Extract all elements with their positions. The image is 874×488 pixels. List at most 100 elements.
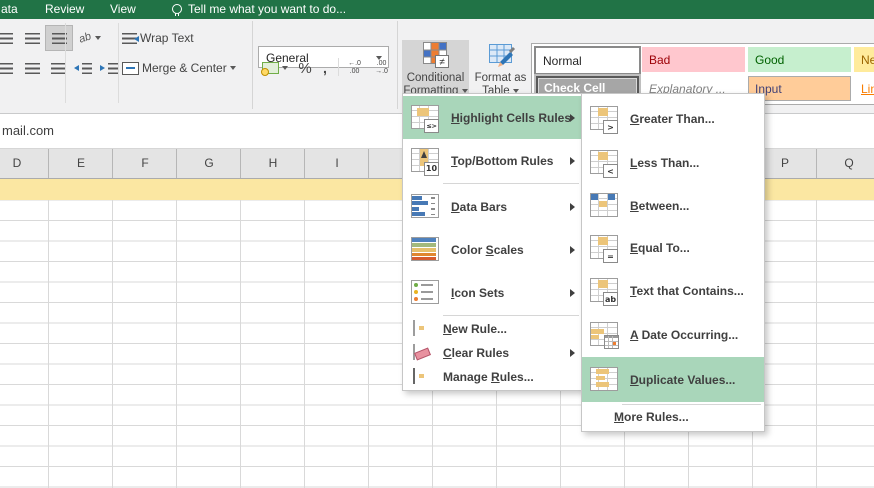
- merge-center-icon: [122, 62, 139, 75]
- column-header-e[interactable]: E: [77, 149, 85, 178]
- align-bottom-button[interactable]: [45, 25, 73, 51]
- menu-item-icon-sets[interactable]: Icon Sets: [403, 271, 582, 314]
- decrease-indent-button[interactable]: [70, 56, 96, 80]
- excel-window: ata Review View Tell me what you want to…: [0, 0, 874, 488]
- menu-separator: [443, 183, 579, 184]
- submenu-item-less-than[interactable]: < Less Than...: [582, 141, 764, 185]
- increase-decimal-icon: ←.0 .00: [348, 60, 361, 76]
- menu-item-top-bottom-rules[interactable]: 10 Top/Bottom Rules: [403, 139, 582, 182]
- ribbon-separator: [338, 58, 339, 76]
- highlight-cells-rules-submenu: > Greater Than... < Less Than... Between…: [581, 93, 765, 432]
- submenu-arrow-icon: [570, 349, 575, 357]
- align-left-button[interactable]: [0, 56, 18, 80]
- less-than-icon: <: [590, 148, 624, 178]
- submenu-item-more-rules[interactable]: More Rules...: [582, 406, 764, 428]
- menu-item-highlight-cells-rules[interactable]: ≤> Highlight Cells Rules: [403, 96, 582, 139]
- group-separator: [252, 21, 253, 109]
- equal-to-icon: =: [590, 233, 624, 263]
- svg-text:≠: ≠: [439, 57, 445, 68]
- tab-view[interactable]: View: [110, 0, 136, 19]
- formula-bar-value: mail.com: [2, 114, 54, 148]
- data-bars-icon: [411, 192, 445, 222]
- style-neutral[interactable]: Ne: [854, 47, 874, 72]
- ribbon-tab-bar: ata Review View Tell me what you want to…: [0, 0, 874, 19]
- submenu-item-text-that-contains[interactable]: ab Text that Contains...: [582, 269, 764, 313]
- chevron-down-icon: [230, 66, 236, 70]
- menu-separator: [443, 315, 579, 316]
- date-occurring-icon: [590, 320, 624, 350]
- wrap-text-button[interactable]: Wrap Text: [122, 26, 194, 50]
- column-header-h[interactable]: H: [269, 149, 278, 178]
- column-header-p[interactable]: P: [781, 149, 789, 178]
- decrease-decimal-icon: .00 →.0: [375, 60, 388, 76]
- color-scales-icon: [411, 235, 445, 265]
- greater-than-icon: >: [590, 104, 624, 134]
- column-header-i[interactable]: I: [335, 149, 338, 178]
- chevron-down-icon: [282, 66, 288, 70]
- style-good[interactable]: Good: [748, 47, 851, 72]
- group-separator: [397, 21, 398, 109]
- submenu-arrow-icon: [570, 246, 575, 254]
- highlight-cells-rules-icon: ≤>: [411, 103, 445, 133]
- submenu-item-between[interactable]: Between...: [582, 185, 764, 227]
- menu-item-new-rule[interactable]: New Rule...: [403, 317, 582, 340]
- align-top-icon: [0, 33, 13, 44]
- tab-data[interactable]: ata: [1, 0, 18, 19]
- style-bad[interactable]: Bad: [642, 47, 745, 72]
- align-center-button[interactable]: [19, 56, 45, 80]
- align-middle-button[interactable]: [19, 26, 45, 50]
- conditional-formatting-icon: ≠: [421, 40, 451, 70]
- align-middle-icon: [25, 33, 40, 44]
- percent-style-button[interactable]: %: [296, 56, 314, 80]
- increase-indent-icon: [100, 65, 105, 71]
- align-center-icon: [25, 63, 40, 74]
- accounting-format-button[interactable]: [258, 56, 292, 80]
- orientation-icon: ab: [78, 30, 94, 45]
- submenu-item-duplicate-values[interactable]: Duplicate Values...: [582, 357, 764, 402]
- orientation-button[interactable]: ab: [74, 26, 106, 50]
- submenu-item-equal-to[interactable]: = Equal To...: [582, 227, 764, 269]
- new-rule-icon: [413, 321, 437, 337]
- submenu-item-greater-than[interactable]: > Greater Than...: [582, 97, 764, 141]
- ribbon-separator: [118, 23, 119, 103]
- comma-style-button[interactable]: ,: [318, 56, 332, 80]
- column-header-f[interactable]: F: [141, 149, 148, 178]
- submenu-arrow-icon: [570, 289, 575, 297]
- icon-sets-icon: [411, 278, 445, 308]
- increase-decimal-button[interactable]: ←.0 .00: [342, 56, 367, 80]
- menu-item-data-bars[interactable]: Data Bars: [403, 185, 582, 228]
- tell-me-box[interactable]: Tell me what you want to do...: [188, 0, 346, 19]
- align-top-button[interactable]: [0, 26, 18, 50]
- column-header-d[interactable]: D: [13, 149, 22, 178]
- menu-item-color-scales[interactable]: Color Scales: [403, 228, 582, 271]
- decrease-decimal-button[interactable]: .00 →.0: [369, 56, 394, 80]
- text-contains-icon: ab: [590, 276, 624, 306]
- column-header-g[interactable]: G: [204, 149, 213, 178]
- ribbon-separator: [65, 23, 66, 103]
- menu-item-manage-rules[interactable]: Manage Rules...: [403, 365, 582, 388]
- tab-review[interactable]: Review: [45, 0, 84, 19]
- clear-rules-icon: [413, 345, 437, 361]
- align-right-icon: [51, 63, 66, 74]
- tell-me-lightbulb-icon: [172, 4, 182, 14]
- align-right-button[interactable]: [45, 56, 71, 80]
- merge-center-button[interactable]: Merge & Center: [122, 56, 236, 80]
- submenu-arrow-icon: [570, 114, 575, 122]
- menu-item-clear-rules[interactable]: Clear Rules: [403, 341, 582, 364]
- manage-rules-icon: [413, 369, 437, 385]
- decrease-indent-icon: [74, 65, 79, 71]
- submenu-arrow-icon: [570, 157, 575, 165]
- align-left-icon: [0, 63, 13, 74]
- wrap-text-icon: [122, 33, 137, 44]
- between-icon: [590, 191, 624, 221]
- style-normal[interactable]: Normal: [536, 48, 639, 73]
- menu-separator: [622, 404, 761, 405]
- submenu-item-a-date-occurring[interactable]: A Date Occurring...: [582, 313, 764, 357]
- column-header-q[interactable]: Q: [844, 149, 853, 178]
- submenu-arrow-icon: [570, 203, 575, 211]
- style-linked-cell[interactable]: Lin: [854, 76, 874, 101]
- accounting-format-icon: [262, 62, 279, 74]
- top-bottom-rules-icon: 10: [411, 146, 445, 176]
- chevron-down-icon: [95, 36, 101, 40]
- format-as-table-icon: [486, 40, 516, 70]
